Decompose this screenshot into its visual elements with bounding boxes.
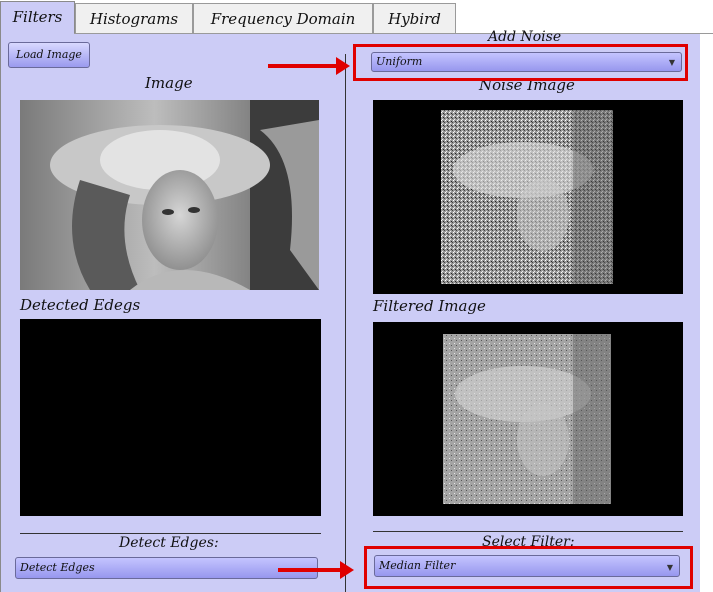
- filtered-image-canvas: [373, 322, 683, 516]
- filtered-image-title: Filtered Image: [373, 297, 486, 315]
- tab-histograms[interactable]: Histograms: [75, 3, 193, 33]
- filter-highlight-box: [364, 546, 693, 589]
- detect-edges-combo[interactable]: Detect Edges: [15, 557, 318, 579]
- tab-bar: Filters Histograms Frequency Domain Hybi…: [0, 0, 713, 34]
- tab-filters[interactable]: Filters: [0, 1, 75, 34]
- filter-arrow-icon: [278, 561, 354, 579]
- filtered-lena-image: [443, 334, 611, 504]
- lena-grayscale-image: [20, 100, 319, 290]
- noise-arrow-icon: [268, 57, 350, 75]
- right-separator: [373, 531, 683, 532]
- left-separator: [20, 533, 321, 534]
- detected-edges-title: Detected Edegs: [20, 296, 141, 314]
- center-divider: [345, 54, 346, 592]
- original-image: [20, 100, 319, 290]
- image-title: Image: [145, 74, 193, 92]
- add-noise-label: Add Noise: [488, 29, 562, 45]
- tab-frequency-domain[interactable]: Frequency Domain: [193, 3, 373, 33]
- detected-edges-canvas: [20, 319, 321, 516]
- noise-image-canvas: [373, 100, 683, 294]
- noise-highlight-box: [353, 44, 688, 81]
- detect-edges-label: Detect Edges:: [119, 535, 219, 551]
- tab-hybird[interactable]: Hybird: [373, 3, 456, 33]
- filters-panel: Load Image Image Detected Edegs Detect E…: [0, 29, 700, 592]
- load-image-button[interactable]: Load Image: [8, 42, 90, 68]
- noisy-lena-image: [441, 110, 613, 284]
- detect-edges-combo-value: Detect Edges: [20, 561, 95, 574]
